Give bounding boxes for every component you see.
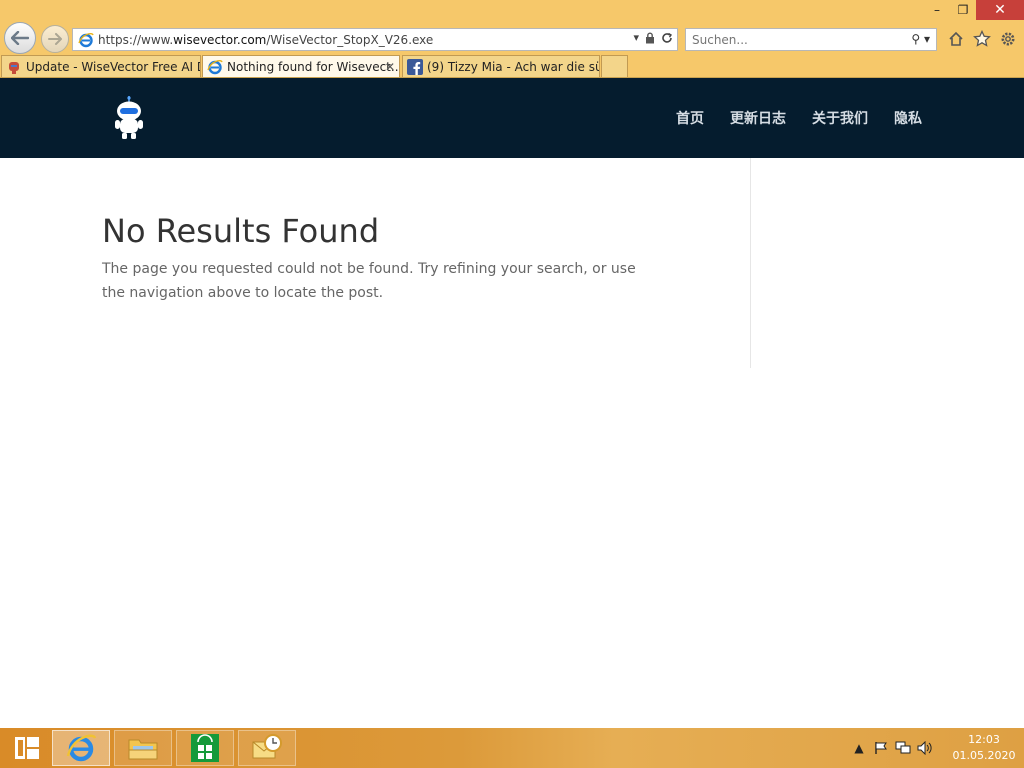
show-hidden-icons-icon[interactable]: ▲ [848, 737, 870, 759]
clock-time: 12:03 [968, 733, 1000, 746]
tab-close-icon[interactable]: ✕ [385, 60, 395, 74]
main-navigation: 首页 更新日志 关于我们 隐私 [676, 78, 922, 158]
lock-icon[interactable] [645, 32, 655, 44]
page-title: No Results Found [102, 212, 380, 250]
search-icon[interactable]: ⚲ ▾ [911, 32, 930, 46]
page-content: No Results Found The page you requested … [0, 158, 1024, 728]
new-tab-button[interactable] [601, 55, 628, 77]
window-controls: – ❐ ✕ [924, 0, 1024, 20]
search-input[interactable] [692, 32, 892, 47]
site-header: 首页 更新日志 关于我们 隐私 [0, 78, 1024, 158]
store-icon [191, 734, 219, 762]
address-bar[interactable]: https://www.wisevector.com/WiseVector_St… [72, 28, 678, 51]
address-url: https://www.wisevector.com/WiseVector_St… [98, 32, 434, 47]
taskbar-ie[interactable] [52, 730, 110, 766]
not-found-message: The page you requested could not be foun… [102, 261, 636, 301]
mail-clock-icon [252, 734, 282, 759]
ie-tab-icon [207, 59, 223, 74]
tab-nothing-found[interactable]: Nothing found for Wisevect... ✕ [202, 55, 400, 77]
network-icon[interactable] [892, 737, 914, 759]
nav-changelog[interactable]: 更新日志 [730, 108, 786, 128]
tab-facebook[interactable]: (9) Tizzy Mia - Ach war die süß... [402, 55, 600, 77]
robot-logo-icon[interactable] [112, 96, 146, 140]
arrow-right-icon [48, 33, 62, 45]
toolbar-icons [946, 27, 1018, 51]
system-tray: ▲ 12:03 01.05.2020 [848, 728, 1024, 768]
taskbar-store[interactable] [176, 730, 234, 766]
start-icon[interactable] [14, 736, 40, 760]
search-box[interactable]: ⚲ ▾ [685, 28, 937, 51]
facebook-icon [407, 58, 423, 75]
ie-logo-icon [78, 32, 94, 47]
clock-date: 01.05.2020 [952, 749, 1016, 762]
gear-icon[interactable] [998, 27, 1018, 51]
volume-icon[interactable] [914, 737, 936, 759]
dropdown-icon[interactable]: ▾ [633, 31, 639, 44]
home-icon[interactable] [946, 27, 966, 51]
taskbar-file-explorer[interactable] [114, 730, 172, 766]
restore-button[interactable]: ❐ [950, 0, 976, 20]
forward-button[interactable] [41, 25, 69, 53]
nav-about-us[interactable]: 关于我们 [812, 108, 868, 128]
sidebar-divider [750, 158, 751, 368]
nav-privacy[interactable]: 隐私 [894, 108, 922, 128]
taskbar: ▲ 12:03 01.05.2020 [0, 728, 1024, 768]
close-button[interactable]: ✕ [976, 0, 1024, 20]
clock[interactable]: 12:03 01.05.2020 [944, 732, 1024, 764]
browser-chrome: – ❐ ✕ https://www.wisevector.com/WiseVec… [0, 0, 1024, 54]
star-icon[interactable] [972, 27, 992, 51]
arrow-left-icon [11, 31, 29, 45]
robot-favicon-icon [9, 61, 19, 74]
internet-explorer-icon [66, 734, 97, 762]
tab-bar: Update - WiseVector Free AI Dr... Nothin… [0, 54, 1024, 78]
back-button[interactable] [4, 22, 36, 54]
nav-home[interactable]: 首页 [676, 108, 704, 128]
minimize-button[interactable]: – [924, 0, 950, 20]
tab-wisevector-update[interactable]: Update - WiseVector Free AI Dr... [1, 55, 201, 77]
taskbar-outlook[interactable] [238, 730, 296, 766]
folder-icon [128, 739, 158, 760]
flag-icon[interactable] [870, 737, 892, 759]
refresh-icon[interactable] [661, 32, 673, 44]
